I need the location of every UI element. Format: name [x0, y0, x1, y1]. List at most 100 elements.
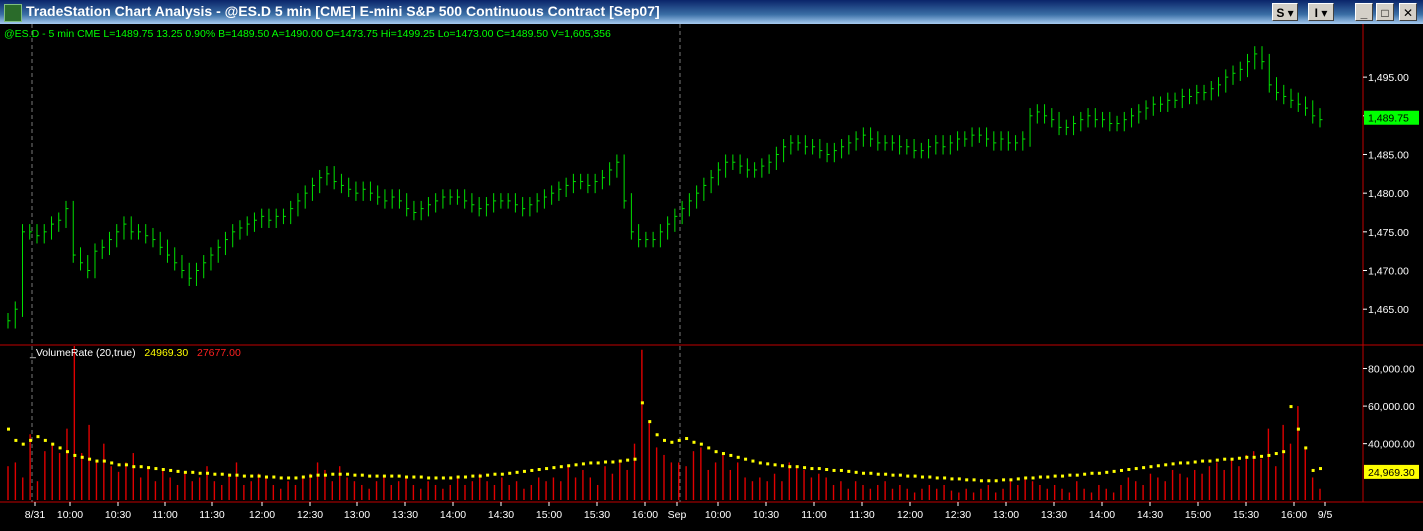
volume-average-dot	[640, 401, 644, 405]
time-tick-label: 15:00	[536, 509, 562, 521]
minimize-button[interactable]: _	[1355, 3, 1373, 21]
volume-average-dot	[1193, 460, 1197, 464]
volume-average-dot	[1009, 478, 1013, 482]
volume-average-dot	[1024, 476, 1028, 480]
status-change: 13.25	[156, 28, 183, 40]
status-low: Lo=1473.00	[437, 28, 494, 40]
volume-average-dot	[618, 459, 622, 463]
volume-average-dot	[1311, 468, 1315, 472]
time-tick-label: 14:30	[488, 509, 514, 521]
volume-average-dot	[486, 473, 490, 477]
volume-average-dot	[1296, 427, 1300, 431]
volume-average-dot	[626, 458, 630, 462]
volume-average-dot	[1053, 474, 1057, 478]
volume-average-dot	[692, 440, 696, 444]
volume-average-dot	[537, 468, 541, 472]
volume-average-dot	[242, 474, 246, 478]
volume-average-dot	[670, 440, 674, 444]
volume-average-dot	[346, 472, 350, 476]
volume-average-dot	[43, 438, 47, 442]
volume-average-dot	[441, 476, 445, 480]
volume-average-dot	[353, 473, 357, 477]
volume-average-dot	[287, 476, 291, 480]
volume-average-dot	[559, 465, 563, 469]
price-tick-label: 1,475.00	[1368, 227, 1409, 239]
volume-average-dot	[913, 474, 917, 478]
volume-average-dot	[257, 474, 261, 478]
volume-average-dot	[780, 464, 784, 468]
indicator-link-button[interactable]: I ▾	[1308, 3, 1334, 21]
window-title: TradeStation Chart Analysis - @ES.D 5 mi…	[26, 3, 660, 19]
time-tick-label: 15:00	[1185, 509, 1211, 521]
volume-average-dot	[29, 438, 33, 442]
volume-average-dot	[545, 467, 549, 471]
volume-average-dot	[574, 463, 578, 467]
volume-average-dot	[412, 475, 416, 479]
close-button[interactable]: ✕	[1399, 3, 1417, 21]
volume-average-dot	[920, 475, 924, 479]
volume-indicator-label: _VolumeRate (20,true)	[30, 347, 136, 359]
volume-value-1: 24969.30	[144, 347, 189, 359]
maximize-button[interactable]: □	[1376, 3, 1394, 21]
volume-average-dot	[7, 427, 10, 431]
maximize-icon: □	[1381, 6, 1389, 20]
volume-average-dot	[515, 470, 519, 474]
chart-area[interactable]: 1,495.001,490.001,485.001,480.001,475.00…	[0, 24, 1423, 526]
volume-average-dot	[301, 475, 305, 479]
volume-average-dot	[102, 459, 106, 463]
time-tick-label: 15:30	[1233, 509, 1259, 521]
volume-average-dot	[206, 471, 210, 475]
volume-average-dot	[309, 474, 313, 478]
volume-average-dot	[884, 472, 888, 476]
volume-average-dot	[1105, 470, 1109, 474]
volume-average-dot	[604, 460, 608, 464]
status-ask: A=1490.00	[271, 28, 323, 40]
volume-average-dot	[1156, 464, 1160, 468]
volume-tick-label: 60,000.00	[1368, 401, 1415, 413]
volume-average-dot	[803, 466, 807, 470]
volume-average-dot	[132, 465, 136, 469]
volume-average-dot	[891, 473, 895, 477]
price-tick-label: 1,480.00	[1368, 188, 1409, 200]
volume-average-dot	[1215, 458, 1219, 462]
window-titlebar: TradeStation Chart Analysis - @ES.D 5 mi…	[0, 0, 1423, 24]
volume-average-dot	[176, 469, 180, 473]
volume-average-dot	[1046, 475, 1050, 479]
volume-average-dot	[596, 461, 600, 465]
volume-average-dot	[161, 468, 165, 472]
time-tick-label: 14:00	[440, 509, 466, 521]
volume-average-dot	[898, 473, 902, 477]
volume-average-dot	[729, 453, 733, 457]
volume-average-dot	[73, 453, 77, 457]
volume-average-dot	[965, 478, 969, 482]
volume-average-dot	[987, 479, 991, 483]
volume-average-dot	[1252, 455, 1256, 459]
volume-average-dot	[463, 475, 467, 479]
time-tick-label: 13:00	[993, 509, 1019, 521]
minimize-icon: _	[1360, 6, 1368, 20]
volume-average-dot	[1201, 459, 1205, 463]
volume-average-dot	[228, 473, 232, 477]
volume-average-dot	[655, 433, 659, 437]
volume-average-dot	[1289, 405, 1293, 409]
symbol-link-button[interactable]: S ▾	[1272, 3, 1298, 21]
volume-average-dot	[1031, 476, 1035, 480]
price-tick-label: 1,470.00	[1368, 266, 1409, 278]
price-tick-label: 1,465.00	[1368, 304, 1409, 316]
status-symbol: @ES.D - 5 min CME	[4, 28, 101, 40]
time-tick-label: 14:00	[1089, 509, 1115, 521]
volume-average-dot	[906, 474, 910, 478]
volume-average-dot	[1267, 453, 1271, 457]
volume-average-dot	[250, 474, 254, 478]
volume-tick-label: 40,000.00	[1368, 439, 1415, 451]
time-tick-label: 13:30	[392, 509, 418, 521]
volume-average-dot	[331, 472, 335, 476]
volume-average-dot	[1075, 473, 1079, 477]
time-tick-label: 12:30	[945, 509, 971, 521]
chart-canvas[interactable]: 1,495.001,490.001,485.001,480.001,475.00…	[0, 24, 1423, 526]
time-tick-label: 11:30	[849, 509, 875, 521]
time-tick-label: 16:00	[1281, 509, 1307, 521]
volume-average-dot	[677, 438, 681, 442]
time-tick-label: 14:30	[1137, 509, 1163, 521]
volume-average-dot	[663, 438, 666, 442]
